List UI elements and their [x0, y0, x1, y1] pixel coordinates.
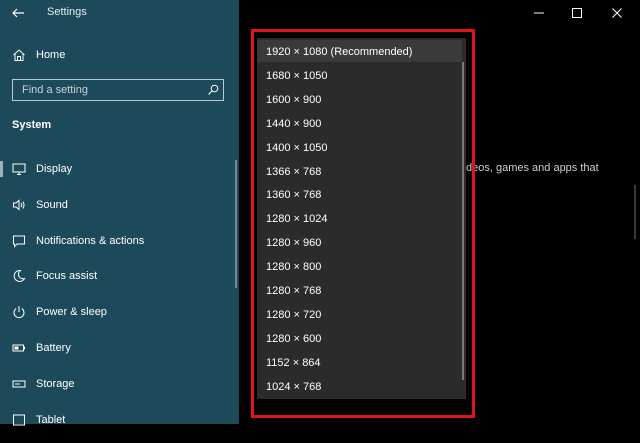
monitor-icon	[12, 163, 26, 175]
back-arrow-icon[interactable]	[10, 5, 26, 21]
sidebar-item-battery[interactable]: Battery	[0, 336, 239, 372]
sidebar-item-label: Sound	[36, 198, 68, 211]
sidebar: Settings Home System Display	[0, 0, 239, 426]
content-scrollbar[interactable]	[634, 185, 636, 239]
sidebar-item-label: Focus assist	[36, 270, 98, 283]
home-icon	[13, 49, 25, 61]
sidebar-item-label: Display	[36, 163, 73, 175]
power-icon	[13, 306, 25, 319]
home-label: Home	[36, 49, 66, 61]
title-bar: Settings	[0, 0, 239, 28]
close-icon[interactable]	[610, 6, 624, 20]
search-input[interactable]	[13, 80, 202, 100]
sidebar-item-display[interactable]: Display	[0, 157, 239, 193]
sidebar-item-tablet[interactable]: Tablet	[0, 408, 239, 443]
sidebar-item-focus-assist[interactable]: Focus assist	[0, 264, 239, 300]
nav-list: Display Sound Notifications & actions Fo…	[0, 157, 239, 443]
window-controls	[530, 0, 640, 28]
notification-icon	[13, 235, 25, 248]
nav-home[interactable]: Home	[0, 44, 239, 68]
sidebar-item-sound[interactable]: Sound	[0, 193, 239, 229]
minimize-icon[interactable]	[532, 6, 546, 20]
section-title: System	[12, 119, 52, 131]
maximize-icon[interactable]	[570, 6, 584, 20]
search-icon[interactable]	[207, 84, 219, 96]
sidebar-item-label: Battery	[36, 341, 71, 354]
storage-icon	[12, 380, 26, 388]
sidebar-item-notifications[interactable]: Notifications & actions	[0, 229, 239, 265]
search-box[interactable]	[12, 79, 224, 101]
battery-icon	[12, 344, 25, 352]
content-description-text: deos, games and apps that	[466, 162, 599, 174]
tablet-icon	[13, 414, 25, 426]
speaker-icon	[13, 199, 25, 211]
sidebar-item-storage[interactable]: Storage	[0, 372, 239, 408]
sidebar-item-power-sleep[interactable]: Power & sleep	[0, 300, 239, 336]
highlight-frame	[251, 29, 475, 418]
sidebar-scrollbar[interactable]	[235, 160, 237, 288]
app-title: Settings	[47, 6, 87, 18]
sidebar-item-label: Notifications & actions	[36, 234, 145, 247]
sidebar-item-label: Storage	[36, 377, 75, 390]
moon-icon	[13, 270, 26, 283]
sidebar-item-label: Power & sleep	[36, 306, 107, 319]
